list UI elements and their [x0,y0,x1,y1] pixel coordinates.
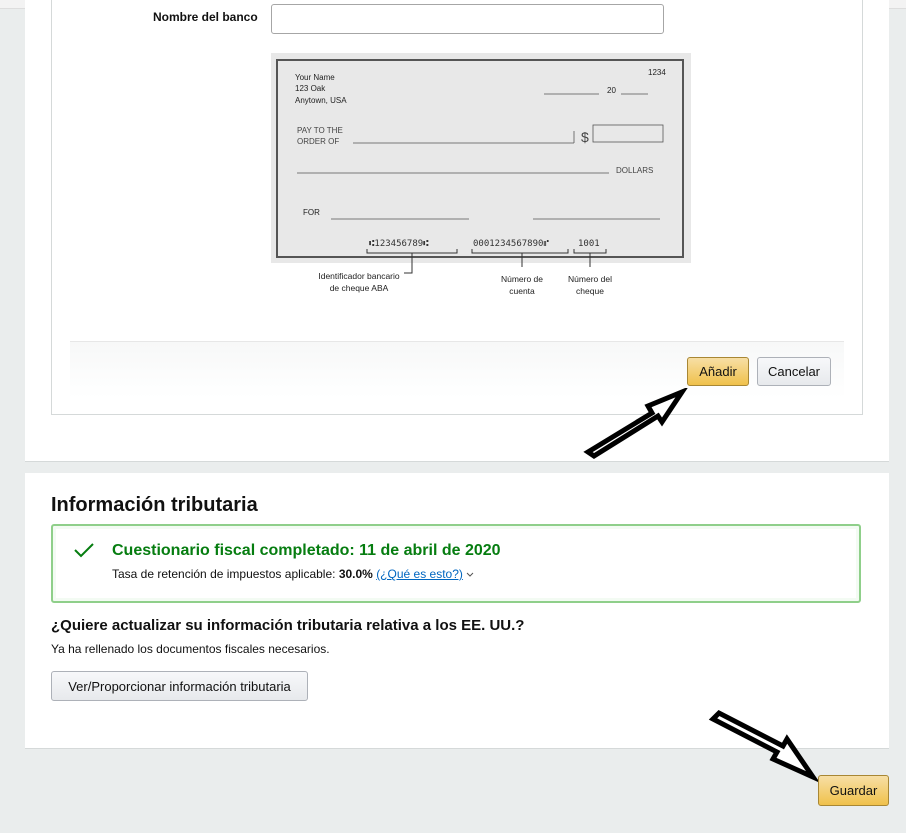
tax-section-title: Información tributaria [51,494,258,516]
withholding-text: Tasa de retención de impuestos aplicable… [112,567,474,581]
cancel-button[interactable]: Cancelar [757,357,831,386]
update-subtext: Ya ha rellenado los documentos fiscales … [51,642,330,656]
what-is-this-link[interactable]: (¿Qué es esto?) [376,567,463,581]
checkmark-icon [74,543,94,558]
check-dollars: DOLLARS [616,166,653,175]
check-for: FOR [303,208,320,217]
bank-form-box: Nombre del banco Your Name 123 Oak Anyto… [51,0,863,415]
routing-label-1: Identificador bancario [318,271,400,281]
bank-name-input[interactable] [271,4,664,34]
check-diagram: Your Name 123 Oak Anytown, USA 1234 20 P… [271,53,691,303]
micr-account: 0001234567890⑈ [473,239,549,249]
annotation-arrow-icon [708,709,819,782]
update-question: ¿Quiere actualizar su información tribut… [51,617,525,634]
check-address-2: Anytown, USA [295,96,347,105]
micr-routing: ⑆123456789⑆ [369,239,429,249]
tax-status-title: Cuestionario fiscal completado: 11 de ab… [112,542,501,559]
tax-status-alert: Cuestionario fiscal completado: 11 de ab… [51,524,861,603]
chevron-down-icon[interactable] [466,572,474,578]
micr-check: 1001 [578,239,600,249]
check-name: Your Name [295,73,335,82]
bank-name-label: Nombre del banco [153,10,258,24]
withholding-label: Tasa de retención de impuestos aplicable… [112,567,339,581]
routing-label-2: de cheque ABA [330,283,389,293]
account-label-2: cuenta [509,286,535,296]
check-address-1: 123 Oak [295,84,326,93]
account-label-1: Número de [501,274,543,284]
form-action-bar: Añadir Cancelar [70,341,844,398]
check-payto-1: PAY TO THE [297,126,343,135]
check-dollar-sign: $ [581,129,589,145]
check-year: 20 [607,86,616,95]
bank-account-card: Nombre del banco Your Name 123 Oak Anyto… [25,0,889,462]
checknum-label-2: cheque [576,286,604,296]
check-number-top: 1234 [648,68,666,77]
view-tax-info-button[interactable]: Ver/Proporcionar información tributaria [51,671,308,701]
add-button[interactable]: Añadir [687,357,749,386]
check-payto-2: ORDER OF [297,137,339,146]
save-button[interactable]: Guardar [818,775,889,806]
checknum-label-1: Número del [568,274,612,284]
withholding-value: 30.0% [338,567,373,581]
annotation-arrow-icon [583,388,688,459]
